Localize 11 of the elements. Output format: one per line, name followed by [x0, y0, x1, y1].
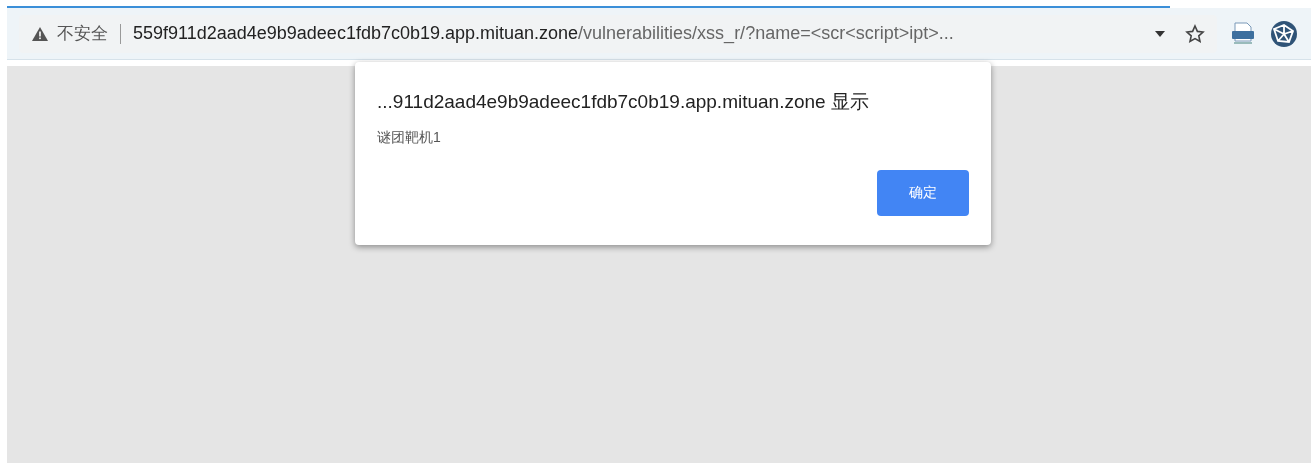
globe-icon[interactable]	[1269, 18, 1299, 49]
url-host: 559f911d2aad4e9b9adeec1fdb7c0b19.app.mituan.zone	[133, 23, 579, 43]
dialog-title: ...911d2aad4e9b9adeec1fdb7c0b19.app.mituan.zone 显示	[377, 90, 870, 114]
ok-button[interactable]: 确定	[877, 169, 969, 216]
url-path: /vulnerabilities/xss_r/?name=<scr<script>ipt>...	[578, 23, 954, 43]
dialog-message: 谜团靶机1	[377, 127, 442, 147]
warning-icon	[31, 25, 49, 42]
star-icon[interactable]	[1185, 23, 1205, 44]
security-label: 不安全	[57, 22, 108, 45]
dropdown-icon[interactable]	[1155, 30, 1165, 37]
address-bar[interactable]: 不安全 559f911d2aad4e9b9adeec1fdb7c0b19.app.mituan.zone/vulnerabilities/xss_r/?name=<scr<script>ipt>...	[19, 14, 1217, 53]
